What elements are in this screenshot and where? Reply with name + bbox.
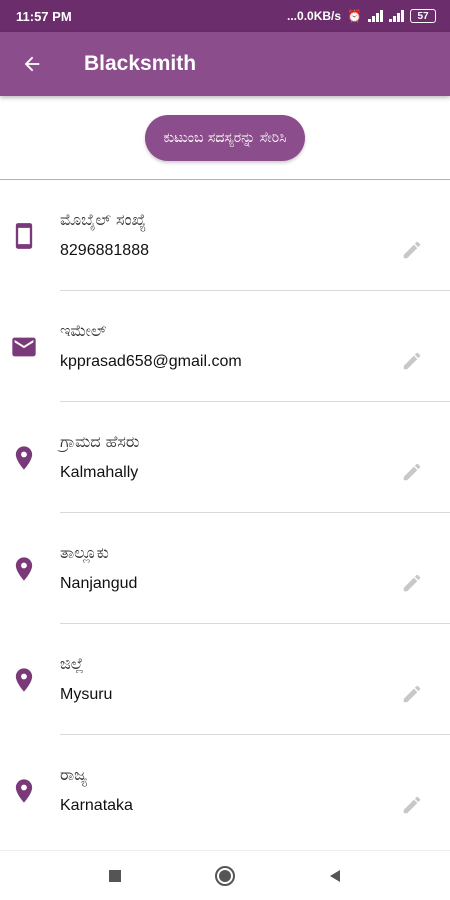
home-button[interactable] [205, 856, 245, 896]
status-time: 11:57 PM [16, 8, 72, 24]
back-button[interactable] [0, 32, 64, 96]
mail-icon [12, 337, 36, 357]
detail-label: ಇಮೇಲ್ [60, 321, 107, 340]
triangle-back-icon [330, 869, 340, 882]
pencil-icon [403, 574, 421, 592]
detail-label: ಜಿಲ್ಲೆ [60, 654, 84, 673]
detail-value: Karnataka [60, 797, 133, 814]
battery-level: 57 [417, 10, 429, 22]
alarm-icon: ⏰ [347, 9, 362, 23]
status-indicators: ...0.0KB/s ⏰ 57 [287, 9, 436, 23]
signal-icon [368, 10, 383, 22]
detail-value: kpprasad658@gmail.com [60, 353, 242, 370]
detail-row-mobile: ಮೊಬೈಲ್ ಸಂಖ್ಯೆ 8296881888 [0, 180, 450, 291]
detail-label: ರಾಜ್ಯ [60, 765, 88, 784]
recents-button[interactable] [95, 856, 135, 896]
detail-value: Mysuru [60, 686, 113, 703]
detail-row-village: ಗ್ರಾಮದ ಹೆಸರು Kalmahally [0, 402, 450, 513]
edit-button[interactable] [400, 238, 424, 262]
pencil-icon [403, 352, 421, 370]
detail-value: Nanjangud [60, 575, 138, 592]
add-member-section: ಕುಟುಂಬ ಸದಸ್ಯರನ್ನು ಸೇರಿಸಿ [0, 96, 450, 180]
edit-button[interactable] [400, 571, 424, 595]
pencil-icon [403, 241, 421, 259]
detail-label: ತಾಲ್ಲೂಕು [60, 543, 109, 562]
phone-icon [15, 223, 33, 249]
page-title: Blacksmith [84, 52, 197, 75]
add-family-member-button[interactable]: ಕುಟುಂಬ ಸದಸ್ಯರನ್ನು ಸೇರಿಸಿ [145, 114, 305, 161]
detail-label: ಗ್ರಾಮದ ಹೆಸರು [60, 432, 140, 451]
edit-button[interactable] [400, 793, 424, 817]
system-nav-bar [0, 850, 450, 900]
back-nav-button[interactable] [315, 856, 355, 896]
edit-button[interactable] [400, 682, 424, 706]
square-icon [109, 869, 121, 882]
circle-icon [215, 865, 235, 886]
detail-row-taluk: ತಾಲ್ಲೂಕು Nanjangud [0, 513, 450, 624]
app-bar: Blacksmith [0, 32, 450, 96]
status-bar: 11:57 PM ...0.0KB/s ⏰ 57 [0, 0, 450, 32]
detail-label: ಮೊಬೈಲ್ ಸಂಖ್ಯೆ [60, 210, 147, 229]
detail-row-state: ರಾಜ್ಯ Karnataka [0, 735, 450, 846]
edit-button[interactable] [400, 460, 424, 484]
pencil-icon [403, 796, 421, 814]
location-pin-icon [15, 779, 33, 803]
location-pin-icon [15, 557, 33, 581]
edit-button[interactable] [400, 349, 424, 373]
pencil-icon [403, 463, 421, 481]
location-pin-icon [15, 446, 33, 470]
detail-value: Kalmahally [60, 464, 139, 481]
network-speed: ...0.0KB/s [287, 9, 342, 23]
location-pin-icon [15, 668, 33, 692]
signal-icon-2 [389, 10, 404, 22]
detail-value: 8296881888 [60, 242, 149, 259]
detail-row-email: ಇಮೇಲ್ kpprasad658@gmail.com [0, 291, 450, 402]
arrow-back-icon [24, 56, 40, 72]
details-list: ಮೊಬೈಲ್ ಸಂಖ್ಯೆ 8296881888 ಇಮೇಲ್ kpprasad6… [0, 180, 450, 846]
battery-icon: 57 [410, 9, 436, 23]
detail-row-district: ಜಿಲ್ಲೆ Mysuru [0, 624, 450, 735]
pencil-icon [403, 685, 421, 703]
